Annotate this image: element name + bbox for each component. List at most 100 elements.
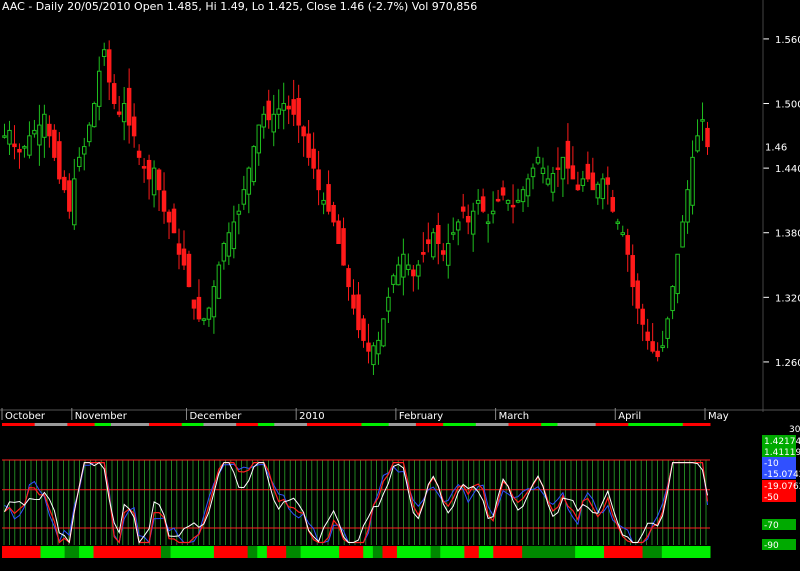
strip-segment bbox=[121, 423, 128, 426]
strip-segment bbox=[323, 423, 330, 426]
signal-segment bbox=[348, 546, 355, 558]
candle-body bbox=[540, 167, 546, 175]
candle-body bbox=[161, 190, 167, 212]
strip-segment bbox=[241, 423, 248, 426]
candle-body bbox=[590, 172, 596, 191]
signal-segment bbox=[526, 546, 533, 558]
signal-segment bbox=[286, 546, 292, 558]
strip-segment bbox=[519, 423, 526, 426]
candle-body bbox=[87, 124, 92, 143]
signal-segment bbox=[223, 546, 229, 558]
strip-segment bbox=[405, 423, 411, 426]
strip-segment bbox=[633, 423, 640, 426]
signal-segment bbox=[493, 546, 499, 558]
candle-body bbox=[306, 133, 311, 158]
signal-segment bbox=[676, 546, 682, 558]
candle-body bbox=[196, 296, 202, 320]
candle-body bbox=[485, 221, 491, 224]
signal-segment bbox=[613, 546, 619, 558]
oscillator-panel bbox=[2, 459, 710, 545]
strip-segment bbox=[492, 423, 499, 426]
strip-segment bbox=[285, 423, 292, 426]
strip-segment bbox=[464, 423, 471, 426]
strip-segment bbox=[247, 423, 254, 426]
signal-segment bbox=[334, 546, 340, 558]
signal-segment bbox=[396, 546, 403, 558]
price-axis: 1.560 1.500 1.440 1.380 1.320 1.260 1.46 bbox=[762, 0, 800, 412]
osc-label: -50 bbox=[764, 493, 779, 503]
signal-segment bbox=[628, 546, 634, 558]
signal-segment bbox=[290, 546, 297, 558]
candle-body bbox=[321, 199, 326, 205]
signal-segment bbox=[411, 546, 417, 558]
candle-body bbox=[640, 308, 645, 325]
strip-segment bbox=[268, 423, 275, 426]
signal-segment bbox=[459, 546, 465, 558]
strip-segment bbox=[345, 423, 352, 426]
candle-body bbox=[316, 169, 321, 191]
strip-segment bbox=[415, 423, 422, 426]
signal-segment bbox=[401, 546, 408, 558]
candle-body bbox=[525, 178, 531, 197]
candle-body bbox=[17, 148, 22, 153]
candle-body bbox=[231, 221, 237, 250]
last-price-label: 1.46 bbox=[765, 143, 787, 154]
signal-segment bbox=[425, 546, 432, 558]
candle-body bbox=[376, 339, 381, 355]
signal-segment bbox=[368, 546, 374, 558]
price-tick-label: 1.260 bbox=[775, 358, 800, 369]
candle-body bbox=[22, 146, 27, 149]
strip-segment bbox=[165, 423, 172, 426]
strip-segment bbox=[377, 423, 384, 426]
signal-segment bbox=[271, 546, 278, 558]
strip-segment bbox=[263, 423, 270, 426]
signal-segment bbox=[565, 546, 571, 558]
strip-segment bbox=[530, 423, 537, 426]
candle-body bbox=[630, 255, 635, 288]
signal-segment bbox=[469, 546, 475, 558]
strip-segment bbox=[138, 423, 145, 426]
candle-body bbox=[535, 156, 541, 164]
signal-segment bbox=[160, 546, 167, 558]
signal-segment bbox=[209, 546, 215, 558]
strip-segment bbox=[443, 423, 450, 426]
strip-segment bbox=[611, 423, 618, 426]
signal-segment bbox=[11, 546, 17, 558]
candle-body bbox=[271, 113, 276, 133]
signal-segment bbox=[141, 546, 147, 558]
signal-segment bbox=[252, 546, 258, 558]
strip-segment bbox=[497, 423, 504, 426]
strip-segment bbox=[682, 423, 689, 426]
signal-segment bbox=[579, 546, 586, 558]
strip-segment bbox=[470, 423, 477, 426]
signal-segment bbox=[199, 546, 205, 558]
signal-segment bbox=[281, 546, 287, 558]
signal-segment bbox=[266, 546, 273, 558]
signal-segment bbox=[324, 546, 331, 558]
signal-segment bbox=[2, 546, 8, 558]
signal-segment bbox=[170, 546, 176, 558]
signal-segment bbox=[242, 546, 249, 558]
strip-segment bbox=[67, 423, 74, 426]
strip-segment bbox=[127, 423, 134, 426]
strip-segment bbox=[568, 423, 575, 426]
candle-body bbox=[441, 250, 446, 255]
candle-body bbox=[381, 318, 386, 347]
strip-segment bbox=[159, 423, 166, 426]
strip-segment bbox=[562, 423, 569, 426]
candle-body bbox=[191, 299, 197, 309]
strip-segment bbox=[399, 423, 406, 426]
stock-chart[interactable]: 1.560 1.500 1.440 1.380 1.320 1.260 1.46 Octob… bbox=[0, 0, 800, 571]
candle-body bbox=[131, 116, 137, 137]
signal-segment bbox=[531, 546, 538, 558]
candle-body bbox=[62, 176, 67, 191]
strip-segment bbox=[693, 423, 700, 426]
candle-body bbox=[455, 221, 461, 231]
strip-segment bbox=[426, 423, 433, 426]
strip-segment bbox=[606, 423, 613, 426]
candle-body bbox=[216, 264, 222, 299]
month-label: December bbox=[189, 411, 242, 422]
candle-body bbox=[166, 211, 172, 223]
signal-segment bbox=[599, 546, 605, 558]
candle-body bbox=[201, 318, 207, 321]
